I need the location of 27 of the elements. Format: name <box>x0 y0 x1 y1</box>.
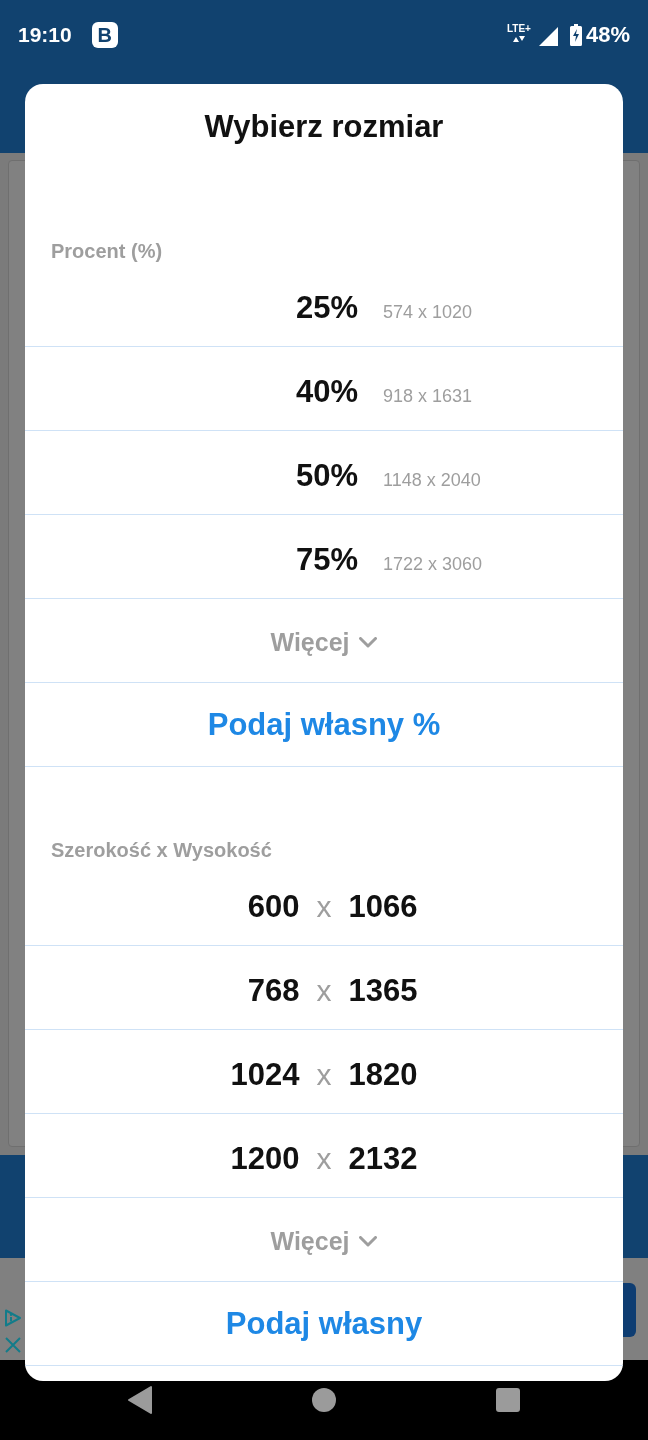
percent-option[interactable]: 25% 574 x 1020 <box>25 263 623 347</box>
chevron-down-icon <box>359 1236 378 1247</box>
battery-charging-icon <box>569 24 582 46</box>
size-option[interactable]: 768 x 1365 <box>25 946 623 1030</box>
ad-info-icon <box>4 1309 22 1327</box>
battery-percentage: 48% <box>585 22 630 48</box>
size-option[interactable]: 600 x 1066 <box>25 862 623 946</box>
dialog-title: Wybierz rozmiar <box>203 108 445 146</box>
app-notification-badge: B <box>91 22 118 48</box>
percent-option[interactable]: 75% 1722 x 3060 <box>25 515 623 599</box>
custom-percent-button[interactable]: Podaj własny % <box>207 706 441 743</box>
percent-option[interactable]: 40% 918 x 1631 <box>25 347 623 431</box>
network-type-label: LTE+ <box>506 22 531 34</box>
data-arrows-icon <box>512 35 525 42</box>
status-time: 19:10 <box>18 23 72 47</box>
recents-icon[interactable] <box>495 1387 521 1413</box>
size-option[interactable]: 1024 x 1820 <box>25 1030 623 1114</box>
percent-option[interactable]: 50% 1148 x 2040 <box>25 431 623 515</box>
section-label: Szerokość x Wysokość <box>50 838 272 862</box>
custom-size-button[interactable]: Podaj własny <box>225 1305 423 1342</box>
home-icon[interactable] <box>311 1387 337 1413</box>
size-option[interactable]: 1200 x 2132 <box>25 1114 623 1198</box>
close-icon <box>5 1337 21 1353</box>
section-label: Procent (%) <box>50 239 163 263</box>
back-icon[interactable] <box>127 1385 153 1415</box>
chevron-down-icon <box>359 637 378 648</box>
signal-icon <box>538 26 558 46</box>
